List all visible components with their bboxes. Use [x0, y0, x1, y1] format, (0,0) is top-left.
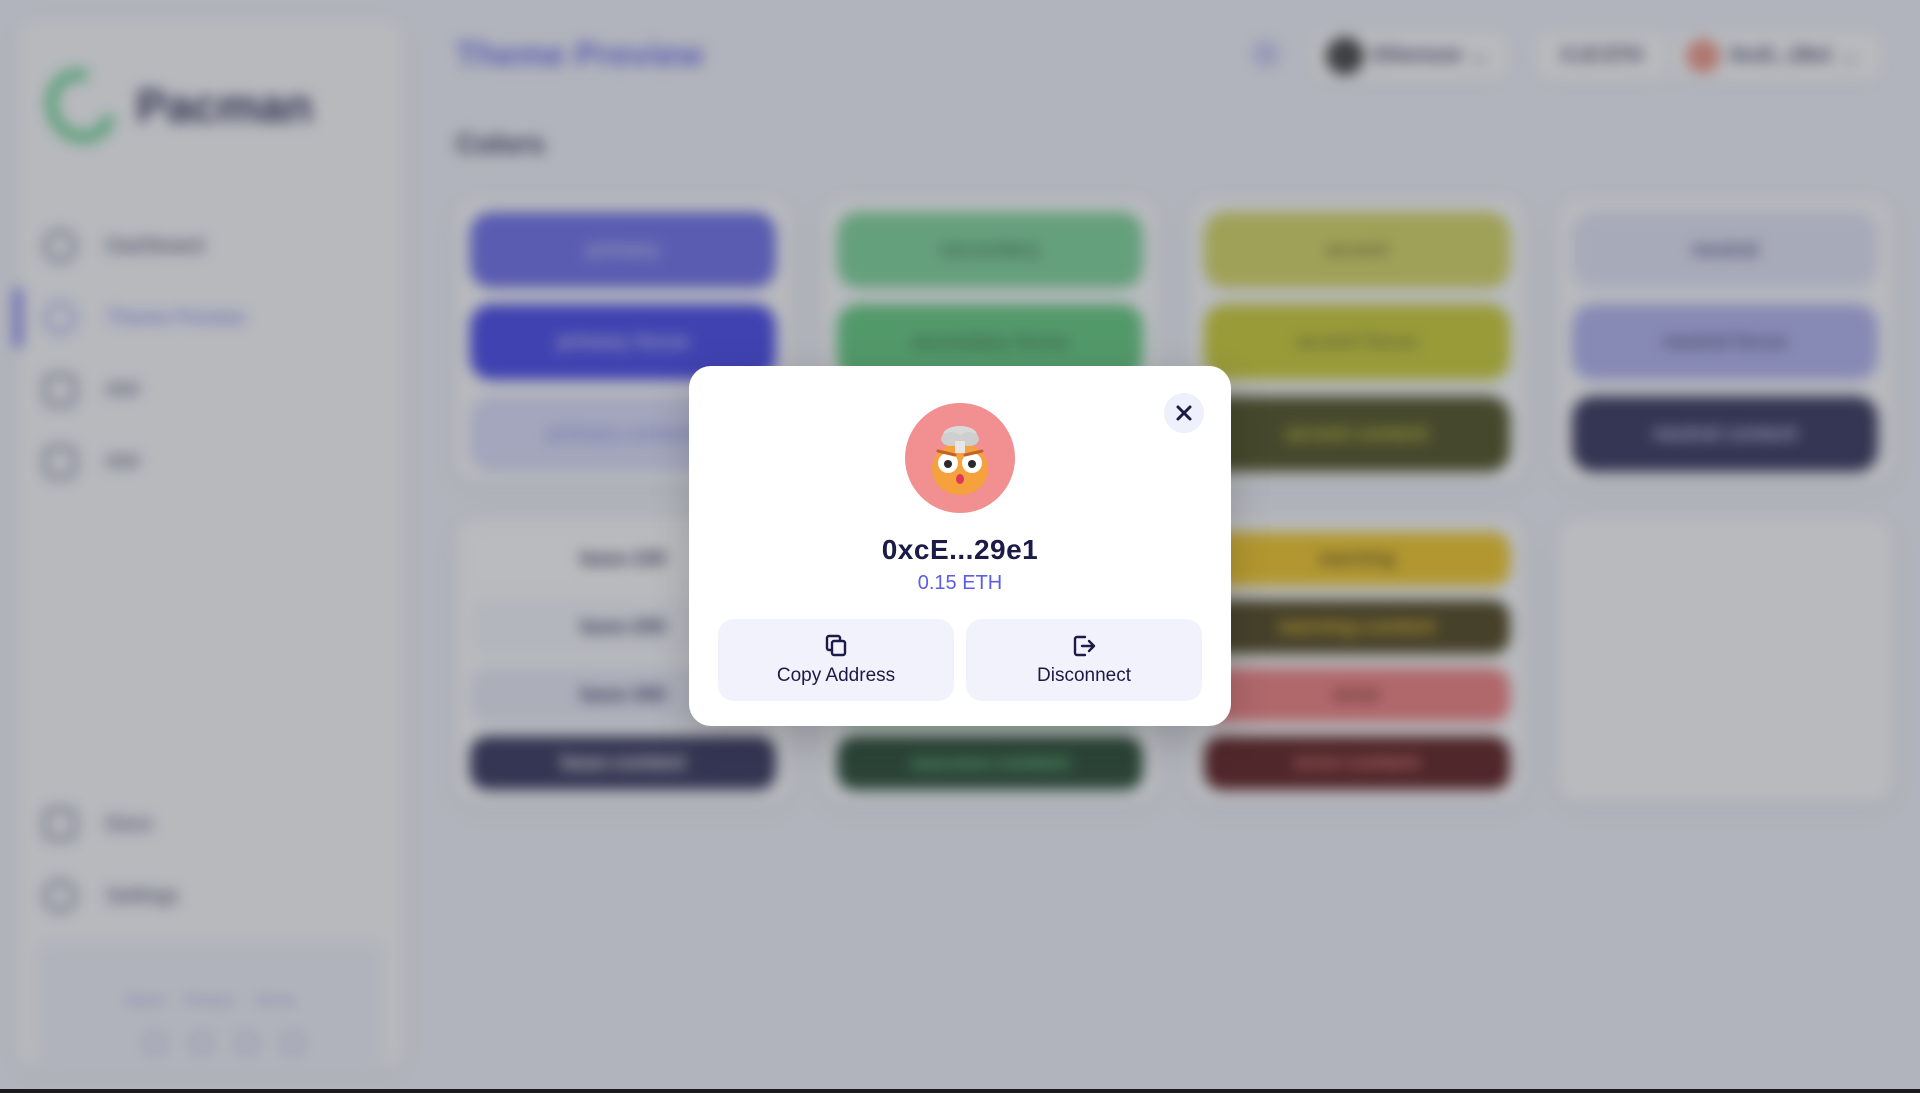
avatar	[905, 403, 1015, 513]
copy-address-button[interactable]: Copy Address	[718, 619, 954, 701]
logout-icon	[1073, 635, 1096, 657]
disconnect-label: Disconnect	[1037, 665, 1131, 686]
copy-address-label: Copy Address	[776, 665, 896, 686]
copy-icon	[825, 634, 847, 657]
close-button[interactable]	[1164, 393, 1204, 433]
wallet-address: 0xcE...29e1	[881, 534, 1039, 565]
owl-emoji-icon	[932, 426, 988, 495]
window-bottom-edge	[0, 1089, 1920, 1093]
wallet-balance: 0.15 ETH	[917, 572, 1003, 594]
account-modal: 0xcE...29e1 0.15 ETH Copy Address Discon…	[689, 366, 1231, 726]
disconnect-button[interactable]: Disconnect	[966, 619, 1202, 701]
close-icon	[1176, 405, 1192, 421]
